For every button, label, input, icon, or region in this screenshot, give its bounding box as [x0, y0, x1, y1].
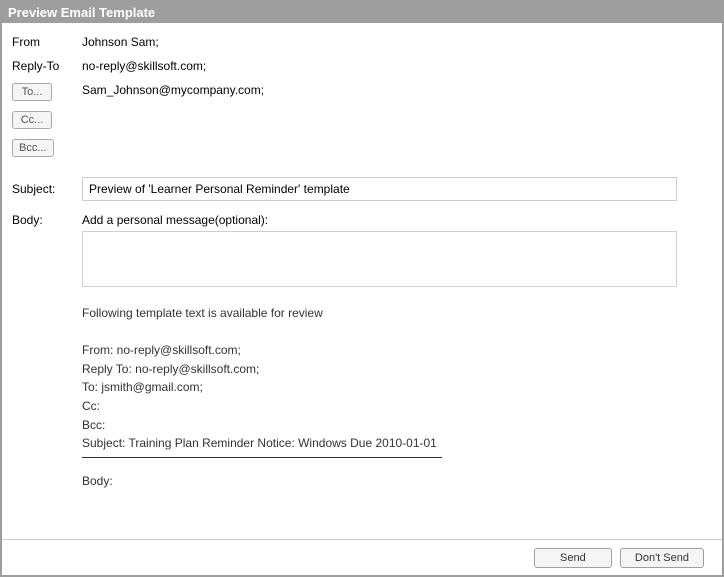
send-button[interactable]: Send	[534, 548, 612, 568]
preview-email-window: Preview Email Template From Johnson Sam;…	[0, 0, 724, 577]
dont-send-button[interactable]: Don't Send	[620, 548, 704, 568]
reply-to-label: Reply-To	[12, 57, 82, 73]
template-separator	[82, 457, 442, 458]
template-to: To: jsmith@gmail.com;	[82, 378, 677, 397]
reply-to-value: no-reply@skillsoft.com;	[82, 57, 712, 73]
subject-input[interactable]	[82, 177, 677, 201]
personal-message-label: Add a personal message(optional):	[82, 213, 712, 227]
to-button[interactable]: To...	[12, 83, 52, 101]
template-bcc: Bcc:	[82, 416, 677, 435]
from-label: From	[12, 33, 82, 49]
template-reply-to: Reply To: no-reply@skillsoft.com;	[82, 360, 677, 379]
cc-value	[82, 109, 712, 111]
bcc-button[interactable]: Bcc...	[12, 139, 54, 157]
template-from: From: no-reply@skillsoft.com;	[82, 341, 677, 360]
bcc-value	[82, 137, 712, 139]
template-cc: Cc:	[82, 397, 677, 416]
template-intro: Following template text is available for…	[82, 304, 677, 323]
template-subject: Subject: Training Plan Reminder Notice: …	[82, 434, 677, 453]
template-preview-block: Following template text is available for…	[82, 304, 677, 490]
dialog-footer: Send Don't Send	[2, 539, 722, 575]
from-value: Johnson Sam;	[82, 33, 712, 49]
subject-label: Subject:	[12, 180, 82, 196]
content-scroll-area[interactable]: From Johnson Sam; Reply-To no-reply@skil…	[2, 23, 722, 537]
template-body-label: Body:	[82, 472, 677, 491]
to-value: Sam_Johnson@mycompany.com;	[82, 81, 712, 97]
body-textarea[interactable]	[82, 231, 677, 287]
window-title: Preview Email Template	[2, 2, 722, 23]
cc-button[interactable]: Cc...	[12, 111, 52, 129]
body-label: Body:	[12, 211, 82, 227]
